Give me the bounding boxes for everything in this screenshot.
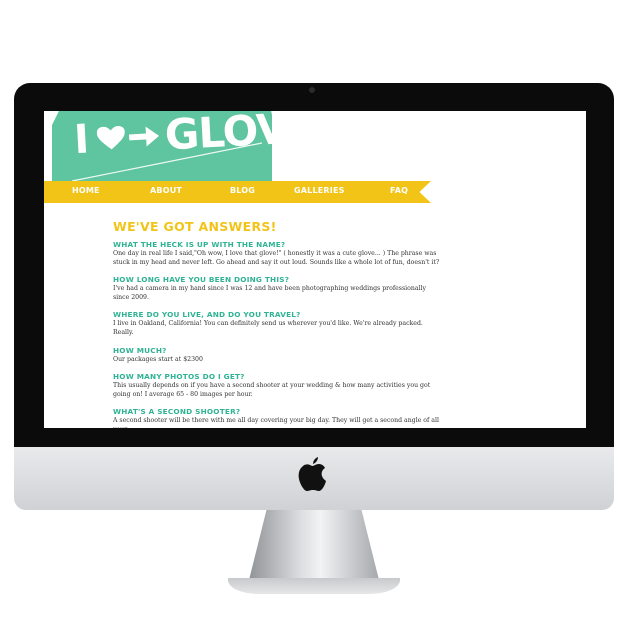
nav-home[interactable]: HOME <box>72 186 100 195</box>
faq-answer: I live in Oakland, California! You can d… <box>113 320 423 336</box>
arrow-right-icon <box>128 126 159 147</box>
monitor-stand <box>248 510 380 584</box>
faq-answer: Our packages start at $2300 <box>113 355 203 363</box>
nav-galleries[interactable]: GALLERIES <box>294 186 345 195</box>
apple-logo-icon <box>298 457 326 491</box>
browser-screen: I GLOVE HOME ABOUT BLOG GALLERIES FAQ WE… <box>44 111 586 428</box>
faq-question: HOW MUCH? <box>113 345 167 355</box>
nav-blog[interactable]: BLOG <box>230 186 255 195</box>
heart-icon <box>96 126 125 150</box>
site-logo[interactable]: I GLOVE <box>44 111 294 186</box>
faq-answer: I've had a camera in my hand since I was… <box>113 285 426 301</box>
faq-content: WE'VE GOT ANSWERS! WHAT THE HECK IS UP W… <box>113 219 443 428</box>
webcam <box>309 87 315 93</box>
logo-i: I <box>72 116 91 164</box>
nav-faq[interactable]: FAQ <box>390 186 408 195</box>
logo-text: I GLOVE <box>72 111 294 164</box>
faq-question: WHERE DO YOU LIVE, AND DO YOU TRAVEL? <box>113 310 301 320</box>
monitor-stand-base <box>228 578 400 594</box>
faq-question: WHAT THE HECK IS UP WITH THE NAME? <box>113 240 286 249</box>
faq-answer: One day in real life I said,"Oh wow, I l… <box>113 250 440 266</box>
faq-answer: This usually depends on if you have a se… <box>113 382 431 398</box>
nav-about[interactable]: ABOUT <box>150 186 182 195</box>
faq-question: HOW MANY PHOTOS DO I GET? <box>113 372 245 382</box>
page-title: WE'VE GOT ANSWERS! <box>113 219 277 234</box>
main-nav: HOME ABOUT BLOG GALLERIES FAQ <box>44 181 431 203</box>
faq-answer: A second shooter will be there with me a… <box>113 417 439 428</box>
logo-word: GLOVE <box>163 111 294 160</box>
faq-question: WHAT'S A SECOND SHOOTER? <box>113 407 241 417</box>
faq-question: HOW LONG HAVE YOU BEEN DOING THIS? <box>113 275 290 285</box>
